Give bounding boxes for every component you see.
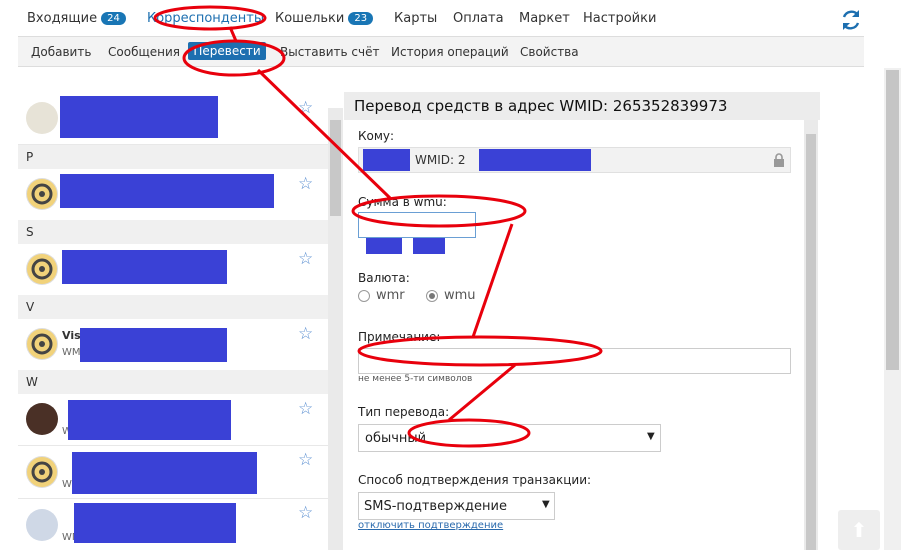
contact-row[interactable]: WM ☆ xyxy=(18,446,328,499)
subnav-properties[interactable]: Свойства xyxy=(520,45,579,59)
purpose-hint: не менее 5-ти символов xyxy=(358,374,473,384)
webmoney-logo-icon xyxy=(27,329,57,359)
currency-wmr-label: wmr xyxy=(376,288,405,303)
chevron-down-icon: ▼ xyxy=(647,431,655,442)
form-scrollbar-thumb[interactable] xyxy=(806,134,816,550)
currency-label: Валюта: xyxy=(358,271,410,285)
transfer-type-label: Тип перевода: xyxy=(358,405,450,419)
section-header: V xyxy=(18,295,328,319)
subnav-transfer[interactable]: Перевести xyxy=(188,42,266,60)
star-icon[interactable]: ☆ xyxy=(298,98,313,118)
star-icon[interactable]: ☆ xyxy=(298,249,313,269)
contact-row[interactable]: WM ☆ xyxy=(18,499,328,550)
transfer-type-select[interactable]: обычный ▼ xyxy=(358,424,661,452)
confirmation-value: SMS-подтверждение xyxy=(364,499,507,514)
nav-market[interactable]: Маркет xyxy=(519,11,570,26)
star-icon[interactable]: ☆ xyxy=(298,399,313,419)
nav-correspondents[interactable]: Корреспонденты xyxy=(147,11,264,26)
section-header: W xyxy=(18,370,328,394)
avatar xyxy=(26,403,58,435)
recipient-wmid: WMID: 2 xyxy=(415,153,466,167)
nav-wallets[interactable]: Кошельки 23 xyxy=(275,11,374,26)
confirmation-label: Способ подтверждения транзакции: xyxy=(358,473,592,487)
currency-radio-group: wmr wmu xyxy=(358,288,518,304)
subnav-invoice[interactable]: Выставить счёт xyxy=(280,45,379,59)
webmoney-logo-icon xyxy=(27,254,57,284)
webmoney-logo-icon xyxy=(27,179,57,209)
subnav-history[interactable]: История операций xyxy=(391,45,509,59)
redacted-block xyxy=(74,503,236,543)
transfer-form: Перевод средств в адрес WMID: 2653528399… xyxy=(344,92,820,550)
page-scrollbar-thumb[interactable] xyxy=(886,70,899,370)
page-scrollbar[interactable] xyxy=(884,68,901,550)
transfer-type-value: обычный xyxy=(365,431,427,446)
wallets-count-badge: 23 xyxy=(348,12,374,25)
form-title: Перевод средств в адрес WMID: 2653528399… xyxy=(354,97,728,115)
recipient-field: WMID: 2 xyxy=(358,147,791,173)
contact-row[interactable]: ☆ xyxy=(18,245,328,296)
currency-wmu-radio[interactable] xyxy=(426,290,438,302)
redacted-block xyxy=(413,238,445,254)
purpose-label: Примечание: xyxy=(358,330,441,344)
arrow-up-icon: ⬆ xyxy=(850,518,868,542)
form-scrollbar[interactable] xyxy=(804,120,818,550)
star-icon[interactable]: ☆ xyxy=(298,324,313,344)
contact-row[interactable]: Vis WM ☆ xyxy=(18,320,328,371)
amount-input[interactable] xyxy=(358,212,476,238)
contact-list: ☆ P ☆ S ☆ V Vis WM ☆ W WM ☆ WM xyxy=(18,92,328,550)
redacted-block xyxy=(68,400,231,440)
contact-row[interactable]: WM ☆ xyxy=(18,395,328,446)
redacted-block xyxy=(80,328,227,362)
star-icon[interactable]: ☆ xyxy=(298,450,313,470)
avatar xyxy=(26,509,58,541)
to-label: Кому: xyxy=(358,129,395,143)
webmoney-logo-icon xyxy=(27,457,57,487)
redacted-block xyxy=(60,174,274,208)
avatar xyxy=(26,456,58,488)
subnav-messages[interactable]: Сообщения xyxy=(108,45,180,59)
redacted-block xyxy=(60,96,218,138)
nav-payment[interactable]: Оплата xyxy=(453,11,504,26)
currency-wmr-radio[interactable] xyxy=(358,290,370,302)
redacted-block xyxy=(479,149,591,171)
contact-list-scrollbar[interactable] xyxy=(328,108,343,550)
chevron-down-icon: ▼ xyxy=(542,499,550,510)
currency-wmu-label: wmu xyxy=(444,288,476,303)
avatar xyxy=(26,328,58,360)
sub-navigation: Добавить Сообщения Перевести Выставить с… xyxy=(18,36,864,67)
disable-confirmation-link[interactable]: отключить подтверждение xyxy=(358,520,503,531)
top-navigation: Входящие 24 Корреспонденты Кошельки 23 Кар… xyxy=(0,0,904,38)
star-icon[interactable]: ☆ xyxy=(298,174,313,194)
star-icon[interactable]: ☆ xyxy=(298,503,313,523)
redacted-block xyxy=(62,250,227,284)
contact-name: Vis xyxy=(62,329,81,342)
nav-inbox-label: Входящие xyxy=(27,11,98,26)
lock-icon xyxy=(774,153,784,167)
contact-wmid: WM xyxy=(62,347,81,358)
avatar xyxy=(26,253,58,285)
avatar xyxy=(26,178,58,210)
nav-correspondents-label: Корреспонденты xyxy=(147,11,265,26)
redacted-block xyxy=(366,238,402,254)
subnav-add[interactable]: Добавить xyxy=(31,45,91,59)
contact-list-scrollbar-thumb[interactable] xyxy=(330,120,341,216)
purpose-input[interactable] xyxy=(358,348,791,374)
inbox-count-badge: 24 xyxy=(101,12,126,25)
scroll-to-top-button[interactable]: ⬆ xyxy=(838,510,880,550)
refresh-icon[interactable] xyxy=(838,7,864,33)
contact-row[interactable]: ☆ xyxy=(18,170,328,221)
form-header: Перевод средств в адрес WMID: 2653528399… xyxy=(344,92,820,120)
amount-label: Сумма в wmu: xyxy=(358,195,447,209)
section-header: P xyxy=(18,145,328,169)
confirmation-select[interactable]: SMS-подтверждение ▼ xyxy=(358,492,555,520)
section-header: S xyxy=(18,220,328,244)
redacted-block xyxy=(72,452,257,494)
avatar xyxy=(26,102,58,134)
nav-inbox[interactable]: Входящие 24 xyxy=(27,11,126,26)
nav-settings[interactable]: Настройки xyxy=(583,11,656,26)
redacted-block xyxy=(363,149,410,171)
contact-row[interactable]: ☆ xyxy=(18,92,328,145)
nav-cards[interactable]: Карты xyxy=(394,11,437,26)
nav-wallets-label: Кошельки xyxy=(275,11,345,26)
